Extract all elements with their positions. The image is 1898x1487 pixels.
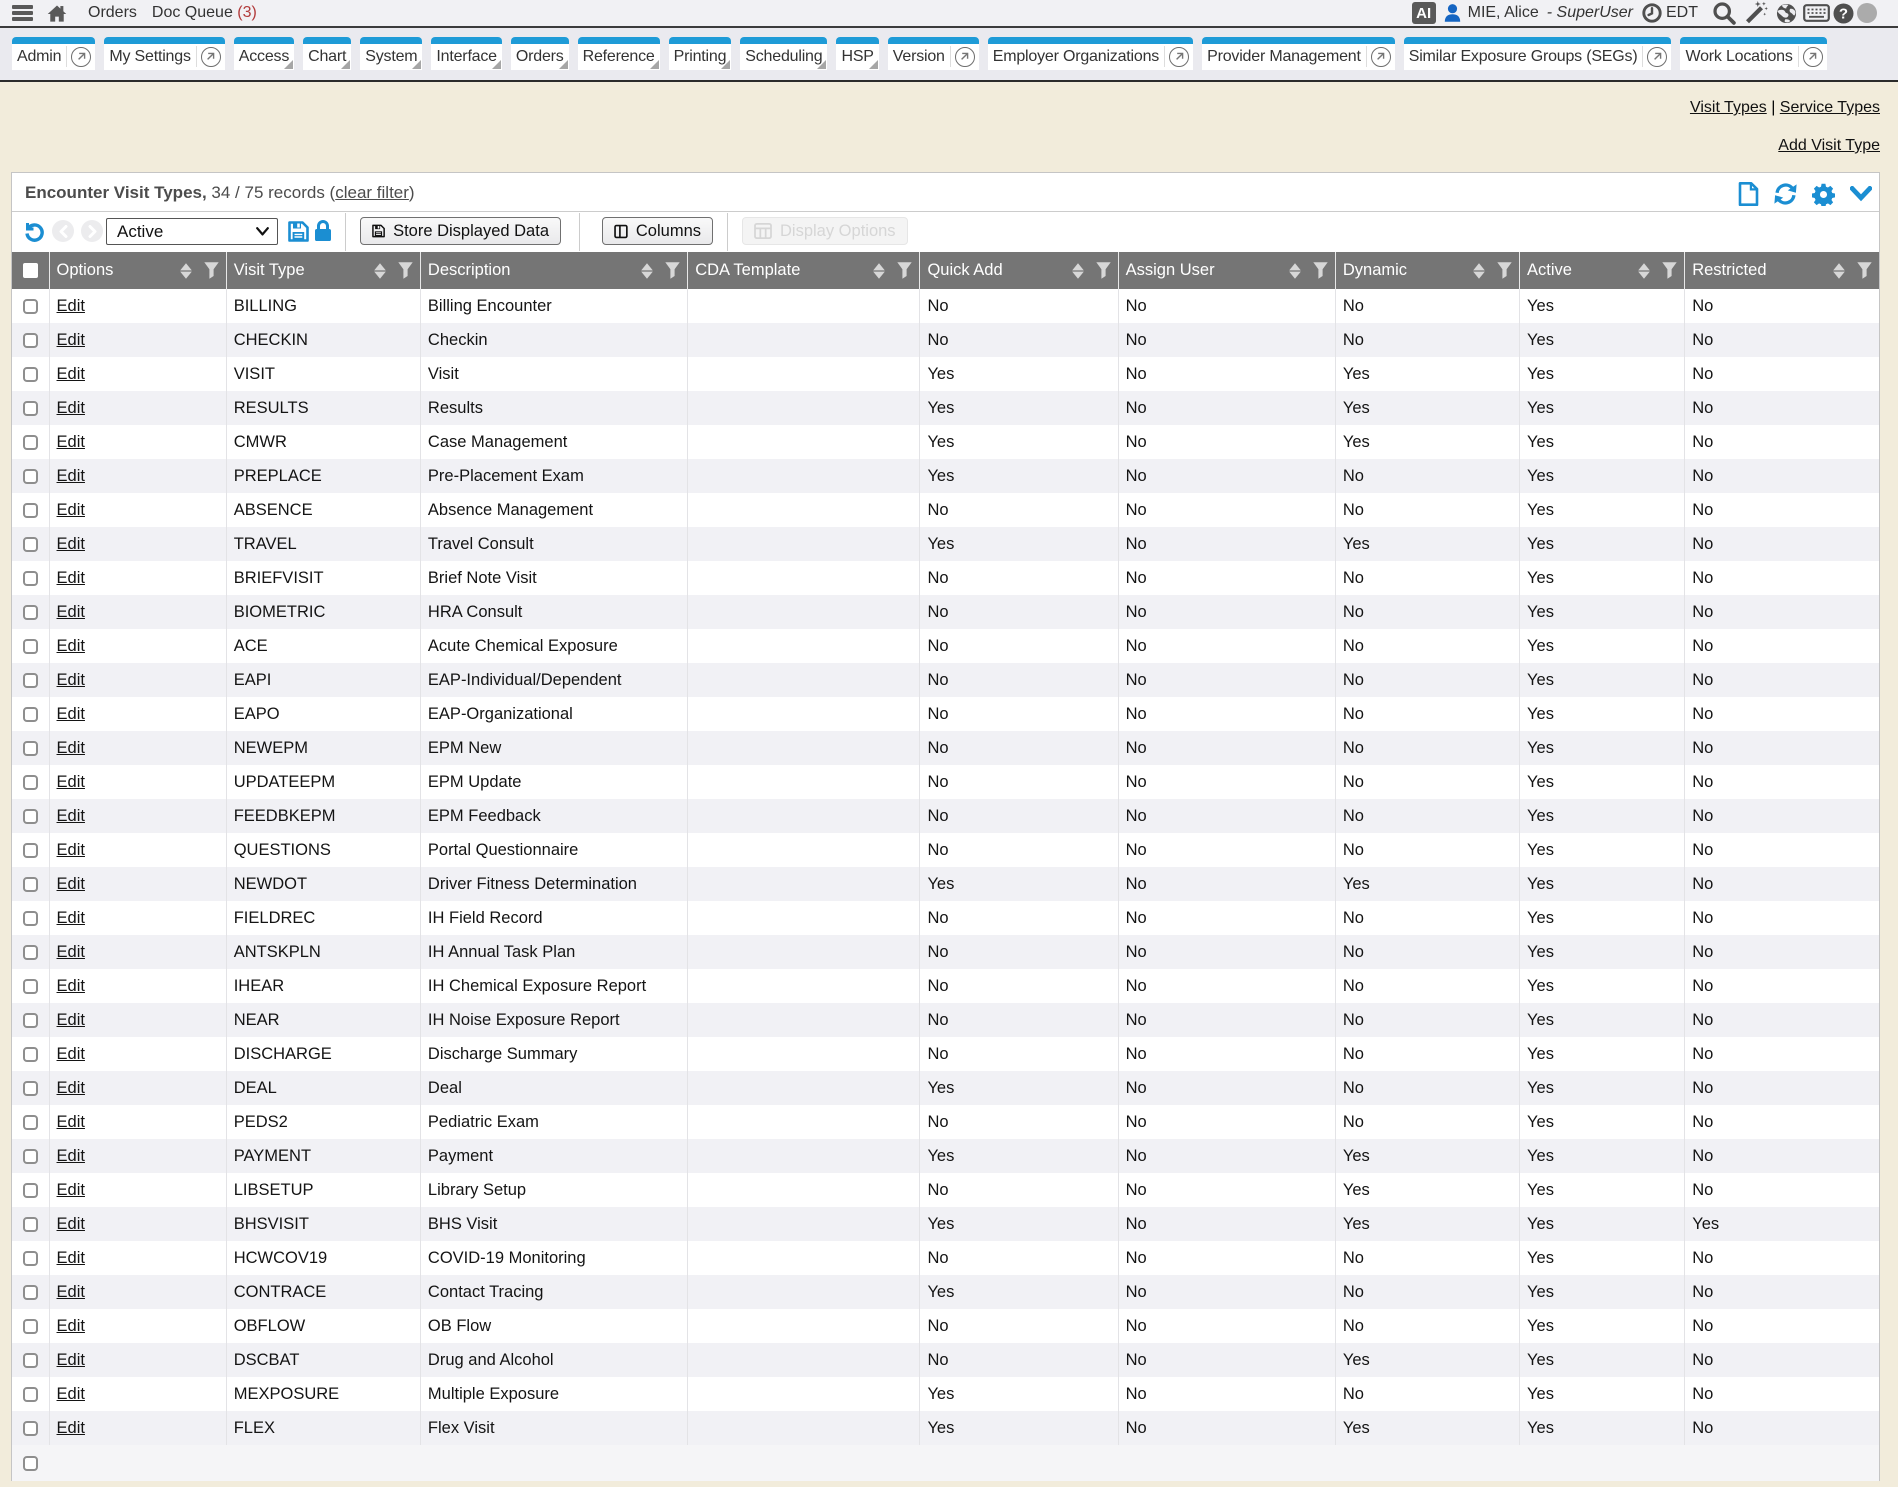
svg-text:?: ?	[1839, 5, 1848, 22]
